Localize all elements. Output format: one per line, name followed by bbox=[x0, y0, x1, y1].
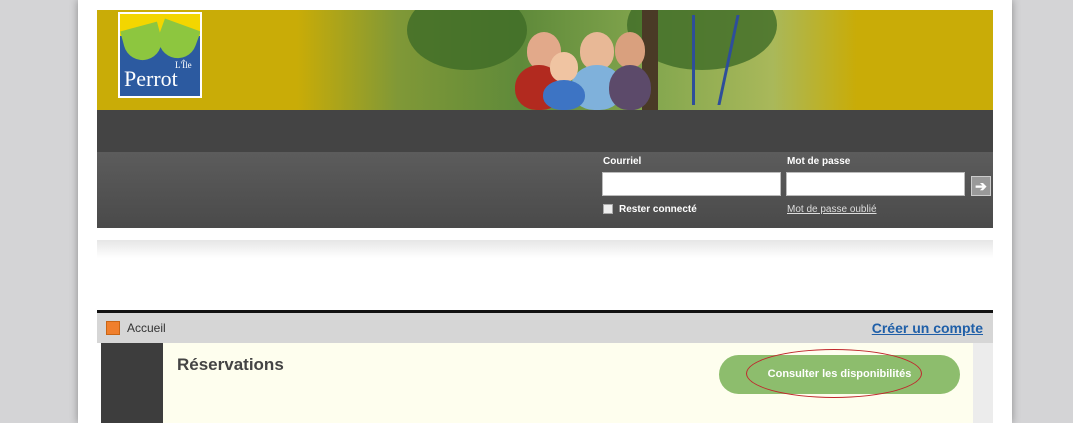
login-submit-button[interactable]: ➔ bbox=[971, 176, 991, 196]
remember-checkbox[interactable] bbox=[603, 204, 613, 214]
main-content: Réservations Consulter les disponibilité… bbox=[101, 343, 973, 423]
logo-text: Perrot bbox=[124, 66, 178, 91]
breadcrumb-home[interactable]: Accueil bbox=[127, 321, 166, 335]
password-field[interactable] bbox=[786, 172, 965, 196]
divider bbox=[97, 240, 993, 258]
login-bar: Courriel Mot de passe ➔ Rester connecté … bbox=[97, 152, 993, 228]
right-column bbox=[973, 343, 993, 423]
left-column bbox=[101, 343, 163, 423]
header-banner: L'Île Perrot bbox=[97, 10, 993, 110]
email-field[interactable] bbox=[602, 172, 781, 196]
perrot-logo[interactable]: L'Île Perrot bbox=[118, 12, 202, 98]
password-label: Mot de passe bbox=[787, 156, 851, 167]
remember-label: Rester connecté bbox=[619, 204, 697, 215]
nav-bar bbox=[97, 110, 993, 152]
page-title: Réservations bbox=[177, 355, 284, 374]
email-label: Courriel bbox=[603, 156, 642, 167]
highlight-oval bbox=[746, 349, 922, 398]
create-account-link[interactable]: Créer un compte bbox=[872, 320, 983, 336]
banner-photo bbox=[297, 10, 857, 110]
arrow-right-icon: ➔ bbox=[975, 178, 987, 194]
breadcrumb: Accueil Créer un compte bbox=[97, 313, 993, 343]
home-icon bbox=[106, 321, 120, 335]
forgot-password-link[interactable]: Mot de passe oublié bbox=[787, 204, 877, 215]
